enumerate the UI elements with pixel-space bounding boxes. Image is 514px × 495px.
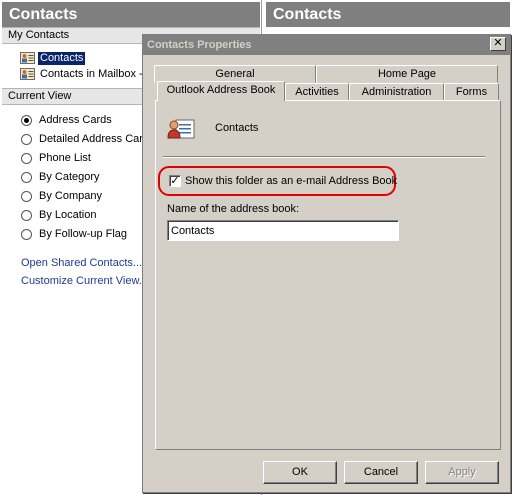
- address-book-name-label: Name of the address book:: [167, 203, 300, 215]
- view-option-label: Phone List: [39, 152, 91, 164]
- customize-current-view-link[interactable]: Customize Current View...: [21, 275, 148, 287]
- show-as-address-book-checkbox[interactable]: ✓: [169, 175, 181, 187]
- radio-button[interactable]: [21, 171, 32, 183]
- view-option-by-category[interactable]: By Category: [21, 170, 100, 184]
- radio-button[interactable]: [21, 228, 32, 240]
- content-pane-title: Contacts: [266, 2, 510, 27]
- view-option-label: By Location: [39, 209, 97, 221]
- address-book-name-input[interactable]: [167, 220, 399, 241]
- contacts-card-icon: [167, 119, 195, 139]
- cancel-button[interactable]: Cancel: [344, 461, 418, 484]
- folder-label: Contacts in Mailbox -: [40, 67, 143, 80]
- view-option-by-location[interactable]: By Location: [21, 208, 96, 222]
- tab-forms[interactable]: Forms: [444, 83, 499, 101]
- folder-name: Contacts: [215, 122, 259, 134]
- tab-outlook-address-book[interactable]: Outlook Address Book: [157, 81, 285, 101]
- apply-button[interactable]: Apply: [425, 461, 499, 484]
- separator: [163, 156, 485, 158]
- radio-button[interactable]: [21, 152, 32, 164]
- view-option-address-cards[interactable]: Address Cards: [21, 113, 112, 127]
- view-option-detailed-address-cards[interactable]: Detailed Address Cards: [21, 132, 155, 146]
- folder-item-contacts[interactable]: Contacts: [20, 51, 86, 65]
- folder-item-contacts-in-mailbox[interactable]: Contacts in Mailbox -: [20, 67, 145, 81]
- nav-pane-title: Contacts: [2, 2, 260, 27]
- close-icon[interactable]: ✕: [490, 37, 506, 51]
- tab-activities[interactable]: Activities: [285, 83, 349, 101]
- view-option-label: By Company: [39, 190, 102, 202]
- radio-button[interactable]: [21, 114, 32, 126]
- contacts-properties-dialog: Contacts Properties ✕ General Home Page …: [142, 34, 511, 493]
- view-option-phone-list[interactable]: Phone List: [21, 151, 91, 165]
- radio-button[interactable]: [21, 133, 32, 145]
- radio-button[interactable]: [21, 190, 32, 202]
- radio-button[interactable]: [21, 209, 32, 221]
- contacts-folder-icon: [20, 52, 35, 64]
- view-option-label: Address Cards: [39, 114, 112, 126]
- view-option-by-follow-up-flag[interactable]: By Follow-up Flag: [21, 227, 127, 241]
- checkbox-label[interactable]: Show this folder as an e-mail Address Bo…: [185, 175, 397, 187]
- contacts-folder-icon: [20, 68, 35, 80]
- view-option-by-company[interactable]: By Company: [21, 189, 102, 203]
- tab-home-page[interactable]: Home Page: [316, 65, 498, 83]
- dialog-title: Contacts Properties: [143, 35, 510, 55]
- view-option-label: By Follow-up Flag: [39, 228, 128, 240]
- folder-label: Contacts: [38, 51, 86, 65]
- tab-administration[interactable]: Administration: [349, 83, 444, 101]
- ok-button[interactable]: OK: [263, 461, 337, 484]
- view-option-label: Detailed Address Cards: [39, 133, 155, 145]
- open-shared-contacts-link[interactable]: Open Shared Contacts...: [21, 257, 142, 269]
- view-option-label: By Category: [39, 171, 100, 183]
- outlook-address-book-page: [155, 100, 501, 450]
